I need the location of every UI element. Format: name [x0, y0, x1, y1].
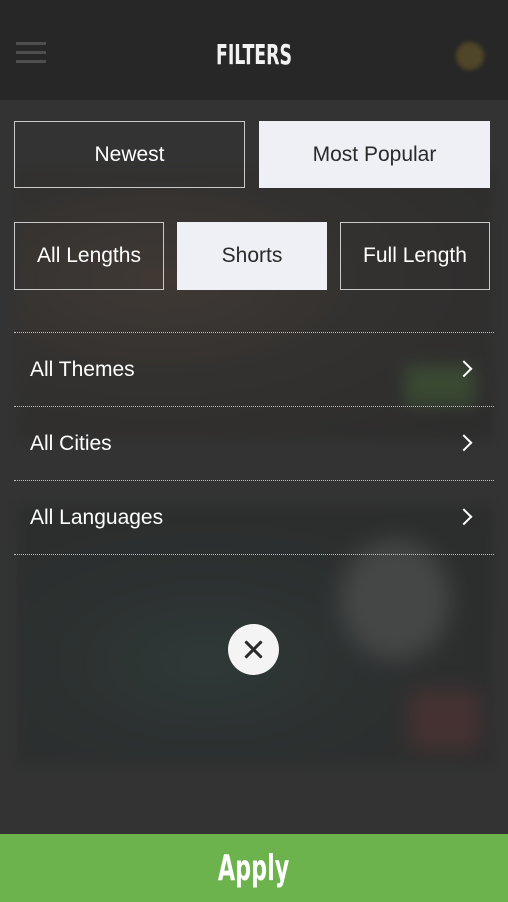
divider: [14, 554, 494, 555]
page-title: FILTERS: [215, 38, 293, 71]
chevron-right-icon: [455, 433, 473, 451]
filter-item-cities[interactable]: All Cities: [14, 407, 494, 480]
chevron-right-icon: [455, 359, 473, 377]
sort-newest-button[interactable]: Newest: [14, 121, 245, 188]
filters-header: FILTERS: [0, 0, 508, 100]
menu-icon: [16, 42, 46, 64]
filter-item-languages[interactable]: All Languages: [14, 481, 494, 554]
length-all-lengths-button[interactable]: All Lengths: [14, 222, 164, 290]
apply-label: Apply: [218, 847, 290, 889]
sort-segmented-control: Newest Most Popular: [14, 121, 490, 188]
filters-panel: FILTERS Newest Most Popular All Lengths …: [0, 0, 508, 902]
filter-item-label: All Languages: [30, 505, 164, 529]
apply-button[interactable]: Apply: [0, 834, 508, 902]
length-segmented-control: All Lengths Shorts Full Length: [14, 222, 490, 290]
close-icon[interactable]: [228, 624, 279, 675]
filter-list: All Themes All Cities All Languages: [14, 332, 494, 555]
profile-icon: [456, 42, 484, 70]
filter-item-label: All Themes: [30, 357, 135, 381]
chevron-right-icon: [455, 507, 473, 525]
length-shorts-button[interactable]: Shorts: [177, 222, 327, 290]
length-full-length-button[interactable]: Full Length: [340, 222, 490, 290]
filter-item-label: All Cities: [30, 431, 112, 455]
sort-most-popular-button[interactable]: Most Popular: [259, 121, 490, 188]
filter-item-themes[interactable]: All Themes: [14, 333, 494, 406]
